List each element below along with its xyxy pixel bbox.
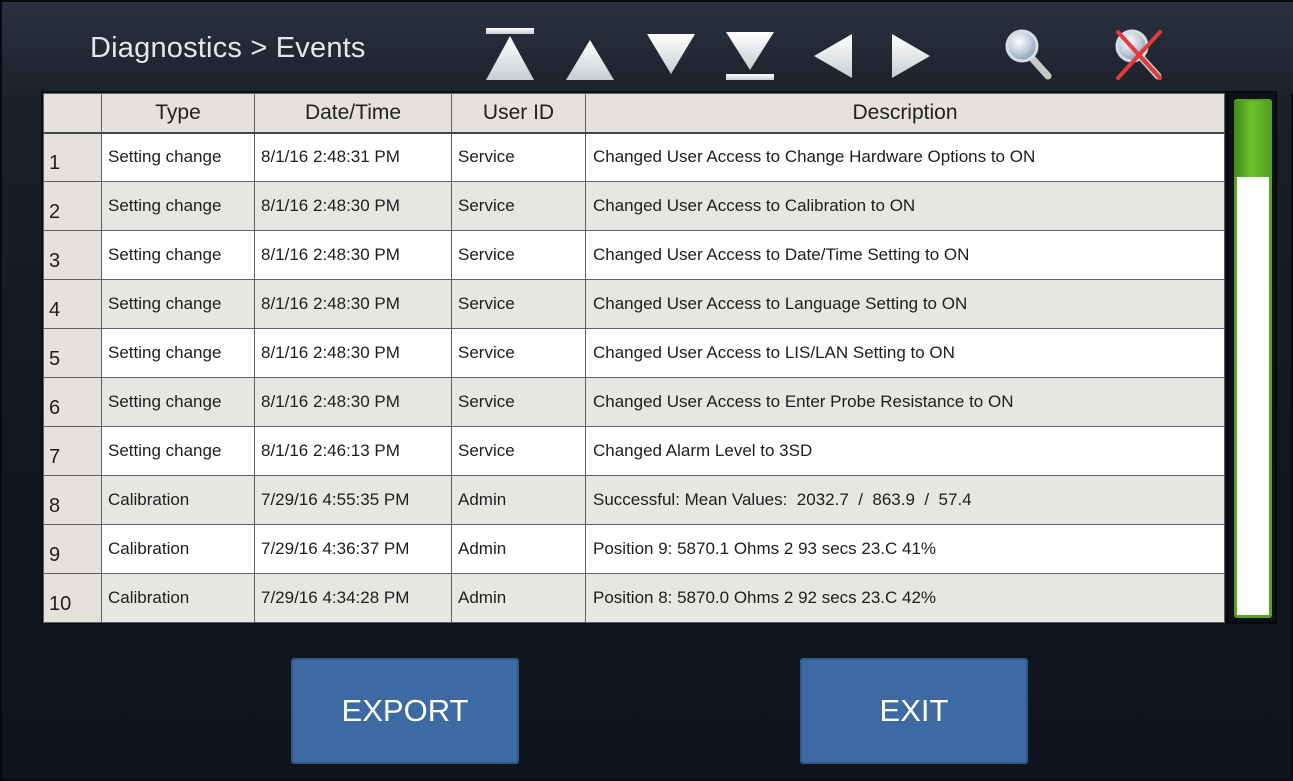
scroll-right-button[interactable] bbox=[884, 24, 940, 84]
header-bar: Diagnostics > Events bbox=[2, 2, 1293, 94]
row-number: 5 bbox=[43, 328, 102, 378]
cell-description: Changed User Access to Change Hardware O… bbox=[585, 132, 1225, 182]
cell-user-id: Service bbox=[451, 328, 586, 378]
cell-datetime: 8/1/16 2:48:30 PM bbox=[254, 377, 452, 427]
vertical-scrollbar[interactable] bbox=[1227, 91, 1277, 624]
cell-type: Setting change bbox=[101, 426, 255, 476]
scroll-left-button[interactable] bbox=[804, 24, 860, 84]
cell-user-id: Service bbox=[451, 230, 586, 280]
table-row[interactable]: 9 Calibration 7/29/16 4:36:37 PM Admin P… bbox=[43, 524, 1225, 574]
column-header-user-id[interactable]: User ID bbox=[451, 93, 586, 134]
exit-button[interactable]: EXIT bbox=[800, 658, 1028, 764]
app-window: Diagnostics > Events Type Date/Time User… bbox=[0, 0, 1293, 781]
row-number: 8 bbox=[43, 475, 102, 525]
cell-user-id: Admin bbox=[451, 475, 586, 525]
search-icon bbox=[1005, 29, 1052, 80]
table-row[interactable]: 8 Calibration 7/29/16 4:55:35 PM Admin S… bbox=[43, 475, 1225, 525]
cell-description: Changed User Access to LIS/LAN Setting t… bbox=[585, 328, 1225, 378]
down-icon bbox=[647, 34, 695, 74]
column-header-type[interactable]: Type bbox=[101, 93, 255, 134]
search-button[interactable] bbox=[1000, 24, 1056, 84]
cell-datetime: 8/1/16 2:46:13 PM bbox=[254, 426, 452, 476]
scrollbar-thumb[interactable] bbox=[1234, 101, 1272, 177]
cell-type: Setting change bbox=[101, 230, 255, 280]
row-number: 6 bbox=[43, 377, 102, 427]
table-row[interactable]: 1 Setting change 8/1/16 2:48:31 PM Servi… bbox=[43, 132, 1225, 182]
cell-type: Setting change bbox=[101, 279, 255, 329]
cell-user-id: Service bbox=[451, 377, 586, 427]
cell-datetime: 8/1/16 2:48:30 PM bbox=[254, 181, 452, 231]
column-header-num bbox=[43, 93, 102, 134]
table-row[interactable]: 10 Calibration 7/29/16 4:34:28 PM Admin … bbox=[43, 573, 1225, 623]
cell-description: Position 9: 5870.1 Ohms 2 93 secs 23.C 4… bbox=[585, 524, 1225, 574]
column-header-description[interactable]: Description bbox=[585, 93, 1225, 134]
table-row[interactable]: 7 Setting change 8/1/16 2:46:13 PM Servi… bbox=[43, 426, 1225, 476]
right-icon bbox=[892, 34, 930, 78]
bottom-icon bbox=[726, 32, 774, 80]
row-number: 4 bbox=[43, 279, 102, 329]
up-icon bbox=[566, 40, 614, 80]
row-number: 9 bbox=[43, 524, 102, 574]
cell-datetime: 8/1/16 2:48:30 PM bbox=[254, 328, 452, 378]
cell-datetime: 8/1/16 2:48:30 PM bbox=[254, 279, 452, 329]
clear-search-icon bbox=[1115, 29, 1162, 80]
scroll-top-button[interactable] bbox=[482, 24, 538, 84]
cell-description: Position 8: 5870.0 Ohms 2 92 secs 23.C 4… bbox=[585, 573, 1225, 623]
cell-description: Changed User Access to Date/Time Setting… bbox=[585, 230, 1225, 280]
cell-description: Successful: Mean Values: 2032.7 / 863.9 … bbox=[585, 475, 1225, 525]
cell-datetime: 8/1/16 2:48:30 PM bbox=[254, 230, 452, 280]
cell-type: Setting change bbox=[101, 377, 255, 427]
top-icon bbox=[486, 28, 534, 80]
cell-user-id: Admin bbox=[451, 524, 586, 574]
cell-user-id: Service bbox=[451, 426, 586, 476]
cell-datetime: 7/29/16 4:36:37 PM bbox=[254, 524, 452, 574]
table-row[interactable]: 2 Setting change 8/1/16 2:48:30 PM Servi… bbox=[43, 181, 1225, 231]
export-button[interactable]: EXPORT bbox=[291, 658, 519, 764]
cell-description: Changed User Access to Language Setting … bbox=[585, 279, 1225, 329]
cell-type: Setting change bbox=[101, 328, 255, 378]
events-table: Type Date/Time User ID Description 1 Set… bbox=[41, 91, 1227, 624]
cell-user-id: Service bbox=[451, 132, 586, 182]
cell-datetime: 8/1/16 2:48:31 PM bbox=[254, 132, 452, 182]
table-header-row: Type Date/Time User ID Description bbox=[43, 93, 1225, 134]
table-row[interactable]: 3 Setting change 8/1/16 2:48:30 PM Servi… bbox=[43, 230, 1225, 280]
cell-type: Calibration bbox=[101, 524, 255, 574]
cell-type: Setting change bbox=[101, 181, 255, 231]
row-number: 10 bbox=[43, 573, 102, 623]
clear-search-button[interactable] bbox=[1110, 24, 1166, 84]
cell-description: Changed Alarm Level to 3SD bbox=[585, 426, 1225, 476]
table-row[interactable]: 6 Setting change 8/1/16 2:48:30 PM Servi… bbox=[43, 377, 1225, 427]
table-row[interactable]: 5 Setting change 8/1/16 2:48:30 PM Servi… bbox=[43, 328, 1225, 378]
row-number: 7 bbox=[43, 426, 102, 476]
column-header-datetime[interactable]: Date/Time bbox=[254, 93, 452, 134]
cell-description: Changed User Access to Enter Probe Resis… bbox=[585, 377, 1225, 427]
cell-type: Calibration bbox=[101, 475, 255, 525]
scroll-down-button[interactable] bbox=[643, 24, 699, 84]
cell-user-id: Admin bbox=[451, 573, 586, 623]
scroll-up-button[interactable] bbox=[562, 24, 618, 84]
cell-user-id: Service bbox=[451, 279, 586, 329]
cell-description: Changed User Access to Calibration to ON bbox=[585, 181, 1225, 231]
scroll-bottom-button[interactable] bbox=[722, 24, 778, 84]
cell-datetime: 7/29/16 4:34:28 PM bbox=[254, 573, 452, 623]
left-icon bbox=[814, 34, 852, 78]
cell-type: Calibration bbox=[101, 573, 255, 623]
table-row[interactable]: 4 Setting change 8/1/16 2:48:30 PM Servi… bbox=[43, 279, 1225, 329]
cell-user-id: Service bbox=[451, 181, 586, 231]
page-title: Diagnostics > Events bbox=[90, 32, 366, 64]
cell-type: Setting change bbox=[101, 132, 255, 182]
row-number: 1 bbox=[43, 132, 102, 182]
row-number: 3 bbox=[43, 230, 102, 280]
row-number: 2 bbox=[43, 181, 102, 231]
cell-datetime: 7/29/16 4:55:35 PM bbox=[254, 475, 452, 525]
